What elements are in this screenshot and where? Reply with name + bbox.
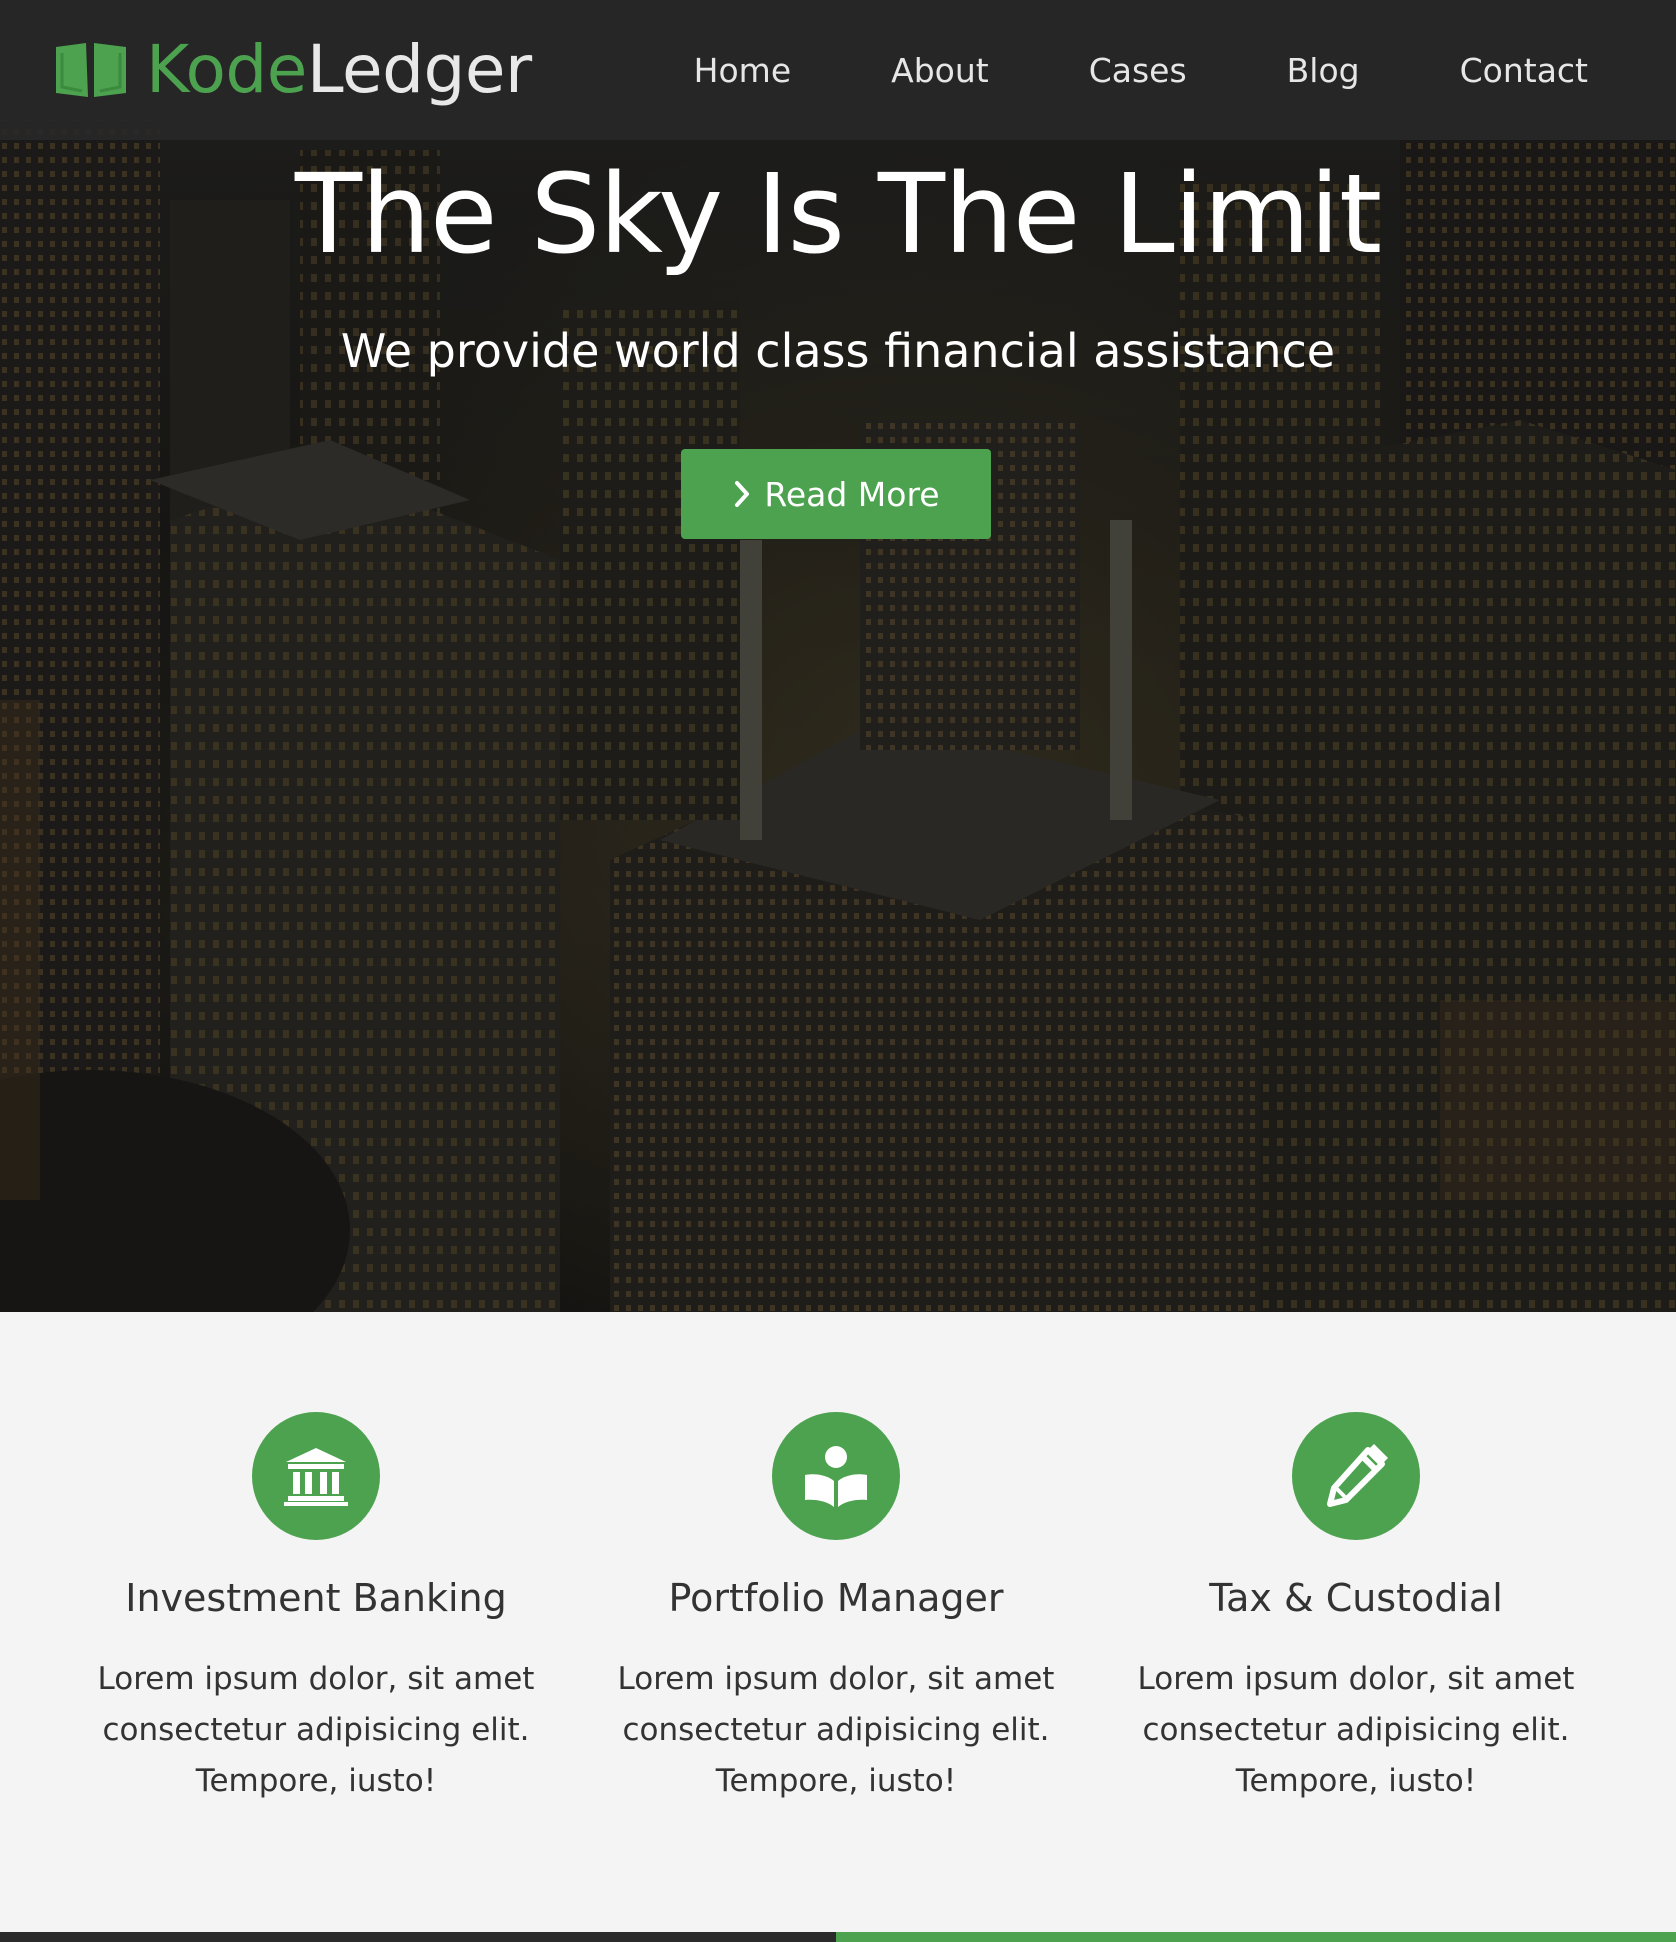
hero-title: The Sky Is The Limit bbox=[294, 150, 1382, 278]
read-more-button[interactable]: Read More bbox=[681, 449, 991, 539]
hero-section: The Sky Is The Limit We provide world cl… bbox=[0, 0, 1676, 1312]
read-more-label: Read More bbox=[764, 474, 940, 514]
feature-portfolio-manager: Portfolio Manager Lorem ipsum dolor, sit… bbox=[576, 1412, 1096, 1807]
nav-item-blog[interactable]: Blog bbox=[1237, 51, 1410, 90]
feature-text-line: Tempore, iusto! bbox=[715, 1763, 957, 1799]
feature-text-line: Tempore, iusto! bbox=[1235, 1763, 1477, 1799]
open-book-icon bbox=[56, 43, 126, 97]
nav-item-home[interactable]: Home bbox=[644, 51, 841, 90]
feature-text-line: Lorem ipsum dolor, sit amet bbox=[97, 1661, 535, 1697]
bank-icon bbox=[284, 1448, 348, 1506]
feature-text-line: Tempore, iusto! bbox=[195, 1763, 437, 1799]
book-reader-icon bbox=[805, 1446, 867, 1507]
feature-text-line: Lorem ipsum dolor, sit amet bbox=[617, 1661, 1055, 1697]
features-section: Investment Banking Lorem ipsum dolor, si… bbox=[0, 1312, 1676, 1932]
chevron-right-icon bbox=[735, 481, 750, 507]
next-section-accent bbox=[836, 1932, 1676, 1942]
brand-name-kode: Kode bbox=[146, 31, 307, 108]
feature-description: Lorem ipsum dolor, sit amet consectetur … bbox=[576, 1654, 1096, 1807]
feature-text-line: Lorem ipsum dolor, sit amet bbox=[1137, 1661, 1575, 1697]
feature-description: Lorem ipsum dolor, sit amet consectetur … bbox=[1096, 1654, 1616, 1807]
nav-item-cases[interactable]: Cases bbox=[1039, 51, 1237, 90]
nav-item-about[interactable]: About bbox=[841, 51, 1039, 90]
feature-text-line: consectetur adipisicing elit. bbox=[1142, 1712, 1570, 1748]
feature-icon-circle bbox=[1292, 1412, 1420, 1540]
feature-text-line: consectetur adipisicing elit. bbox=[102, 1712, 530, 1748]
feature-title: Tax & Custodial bbox=[1209, 1576, 1503, 1620]
pencil-icon bbox=[1327, 1444, 1388, 1507]
nav-item-contact[interactable]: Contact bbox=[1410, 51, 1676, 90]
feature-icon-circle bbox=[252, 1412, 380, 1540]
brand-name-ledger: Ledger bbox=[306, 31, 532, 108]
brand-name: KodeLedger bbox=[146, 37, 532, 103]
hero-subtitle: We provide world class financial assista… bbox=[340, 324, 1336, 378]
brand-logo-link[interactable]: KodeLedger bbox=[54, 28, 532, 112]
feature-tax-custodial: Tax & Custodial Lorem ipsum dolor, sit a… bbox=[1096, 1412, 1616, 1807]
navbar: KodeLedger Home About Cases Blog Contact bbox=[0, 0, 1676, 140]
feature-investment-banking: Investment Banking Lorem ipsum dolor, si… bbox=[56, 1412, 576, 1807]
feature-text-line: consectetur adipisicing elit. bbox=[622, 1712, 1050, 1748]
feature-icon-circle bbox=[772, 1412, 900, 1540]
feature-title: Investment Banking bbox=[125, 1576, 507, 1620]
feature-title: Portfolio Manager bbox=[668, 1576, 1004, 1620]
feature-description: Lorem ipsum dolor, sit amet consectetur … bbox=[56, 1654, 576, 1807]
main-nav: Home About Cases Blog Contact bbox=[644, 0, 1676, 140]
